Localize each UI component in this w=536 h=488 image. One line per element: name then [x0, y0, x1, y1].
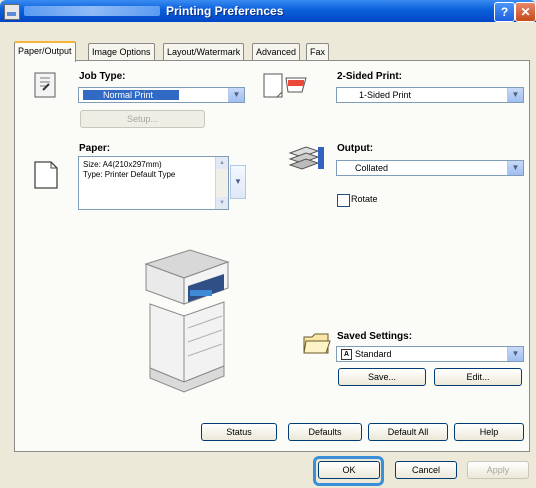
status-button[interactable]: Status — [201, 423, 277, 441]
help-button[interactable]: Help — [454, 423, 524, 441]
window-title: Printing Preferences — [166, 4, 284, 18]
scroll-up-icon[interactable]: ▲ — [216, 157, 228, 169]
edit-button[interactable]: Edit... — [434, 368, 522, 386]
apply-button[interactable]: Apply — [467, 461, 529, 479]
tab-layout-watermark[interactable]: Layout/Watermark — [163, 43, 245, 60]
tab-image-options[interactable]: Image Options — [88, 43, 155, 60]
two-sided-print-icon — [263, 73, 307, 98]
chevron-down-icon: ▼ — [507, 88, 523, 102]
redacted-printer-name — [24, 6, 160, 16]
saved-settings-value: Standard — [355, 349, 392, 359]
output-collate-icon — [288, 146, 324, 170]
printer-app-icon — [4, 4, 20, 20]
job-type-label: Job Type: — [79, 71, 126, 82]
two-sided-label: 2-Sided Print: — [337, 71, 403, 82]
help-title-button[interactable]: ? — [494, 2, 515, 22]
chevron-down-icon: ▼ — [507, 347, 523, 361]
rotate-label: Rotate — [351, 194, 378, 204]
scroll-down-icon[interactable]: ▼ — [216, 197, 228, 209]
paper-label: Paper: — [79, 143, 111, 154]
saved-settings-badge-icon: A — [341, 349, 352, 361]
ok-button-highlight — [313, 456, 384, 486]
output-label: Output: — [337, 143, 374, 154]
paper-type-text: Type: Printer Default Type — [83, 170, 176, 179]
printer-illustration — [144, 249, 230, 393]
title-bar[interactable]: Printing Preferences ? ✕ — [0, 0, 536, 22]
job-type-select[interactable]: Normal Print ▼ — [78, 87, 245, 103]
setup-button[interactable]: Setup... — [80, 110, 205, 128]
printing-preferences-window: Printing Preferences ? ✕ Paper/Output Im… — [0, 0, 536, 488]
saved-settings-select[interactable]: A Standard ▼ — [336, 346, 524, 362]
chevron-down-icon: ▼ — [507, 161, 523, 175]
tab-advanced[interactable]: Advanced — [252, 43, 301, 60]
saved-settings-label: Saved Settings: — [337, 331, 413, 342]
rotate-checkbox[interactable] — [337, 194, 350, 207]
output-value: Collated — [355, 163, 389, 173]
tab-fax[interactable]: Fax — [306, 43, 330, 60]
tab-paper-output[interactable]: Paper/Output — [14, 41, 76, 62]
folder-icon — [303, 333, 331, 354]
cancel-button[interactable]: Cancel — [395, 461, 457, 479]
paper-info-box[interactable]: Size: A4(210x297mm) Type: Printer Defaul… — [78, 156, 229, 210]
paper-dropdown-button[interactable]: ▼ — [230, 165, 246, 199]
paper-icon — [34, 161, 58, 189]
chevron-down-icon: ▼ — [228, 88, 244, 102]
job-type-icon — [34, 72, 56, 98]
close-title-button[interactable]: ✕ — [515, 2, 536, 22]
defaults-button[interactable]: Defaults — [288, 423, 362, 441]
paper-size-text: Size: A4(210x297mm) — [83, 160, 162, 169]
two-sided-value: 1-Sided Print — [359, 90, 412, 100]
save-button[interactable]: Save... — [338, 368, 426, 386]
default-all-button[interactable]: Default All — [368, 423, 448, 441]
paper-scrollbar[interactable]: ▲ ▼ — [215, 157, 228, 209]
two-sided-select[interactable]: 1-Sided Print ▼ — [336, 87, 524, 103]
output-select[interactable]: Collated ▼ — [336, 160, 524, 176]
job-type-value: Normal Print — [83, 90, 180, 100]
